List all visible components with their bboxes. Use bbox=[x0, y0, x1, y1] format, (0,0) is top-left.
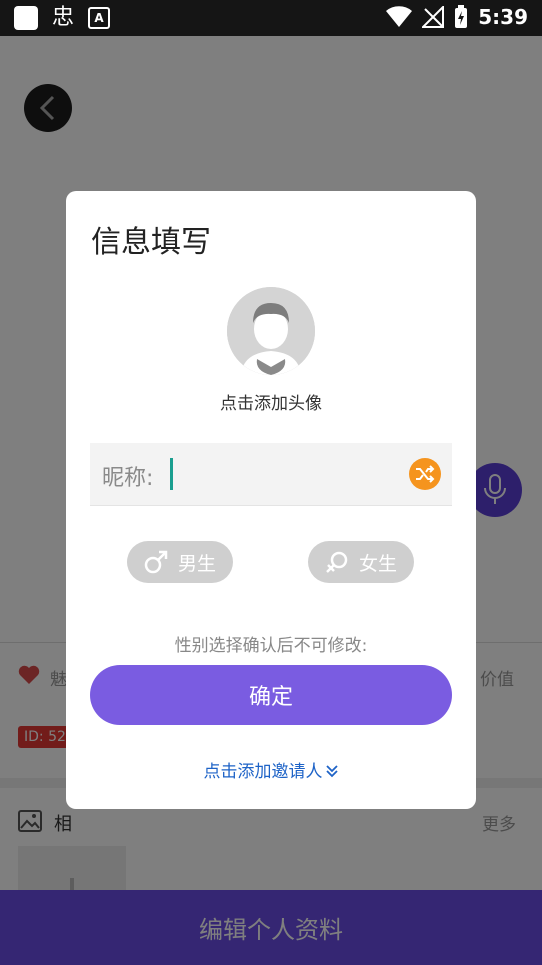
app-notification-icon: 忠 bbox=[52, 5, 75, 30]
text-caret bbox=[170, 458, 173, 490]
status-time: 5:39 bbox=[478, 5, 528, 29]
nickname-input[interactable] bbox=[168, 457, 388, 491]
double-chevron-down-icon bbox=[325, 765, 338, 778]
gender-warning-text: 性别选择确认后不可修改: bbox=[174, 636, 368, 656]
male-symbol-icon bbox=[144, 550, 168, 574]
female-symbol-icon bbox=[326, 551, 348, 573]
nickname-label: 昵称: bbox=[102, 466, 154, 491]
male-label: 男生 bbox=[177, 552, 216, 575]
shuffle-icon bbox=[416, 465, 435, 483]
notification-square-icon bbox=[14, 6, 38, 30]
wifi-icon bbox=[386, 6, 413, 28]
avatar-picker[interactable] bbox=[227, 287, 315, 375]
female-button[interactable]: 女生 bbox=[308, 541, 414, 583]
no-signal-icon bbox=[422, 6, 445, 28]
female-label: 女生 bbox=[358, 552, 397, 575]
male-button[interactable]: 男生 bbox=[127, 541, 233, 583]
confirm-label: 确定 bbox=[248, 685, 293, 710]
status-bar: 忠 A 5:39 bbox=[0, 0, 542, 36]
random-nickname-button[interactable] bbox=[409, 458, 441, 490]
dialog-title: 信息填写 bbox=[91, 225, 211, 260]
nickname-row: 昵称: bbox=[90, 443, 452, 506]
battery-icon bbox=[455, 5, 468, 28]
add-inviter-label: 点击添加邀请人 bbox=[203, 762, 323, 782]
confirm-button[interactable]: 确定 bbox=[90, 665, 452, 725]
add-inviter-link[interactable]: 点击添加邀请人 bbox=[66, 757, 476, 782]
info-dialog: 信息填写 点击添加头像 昵称: 男生 女生 性别选择确认后不可修改: 确定 点击… bbox=[66, 191, 476, 809]
a-notification-icon: A bbox=[88, 7, 111, 29]
add-avatar-label[interactable]: 点击添加头像 bbox=[66, 389, 476, 414]
default-avatar-icon bbox=[227, 287, 315, 375]
